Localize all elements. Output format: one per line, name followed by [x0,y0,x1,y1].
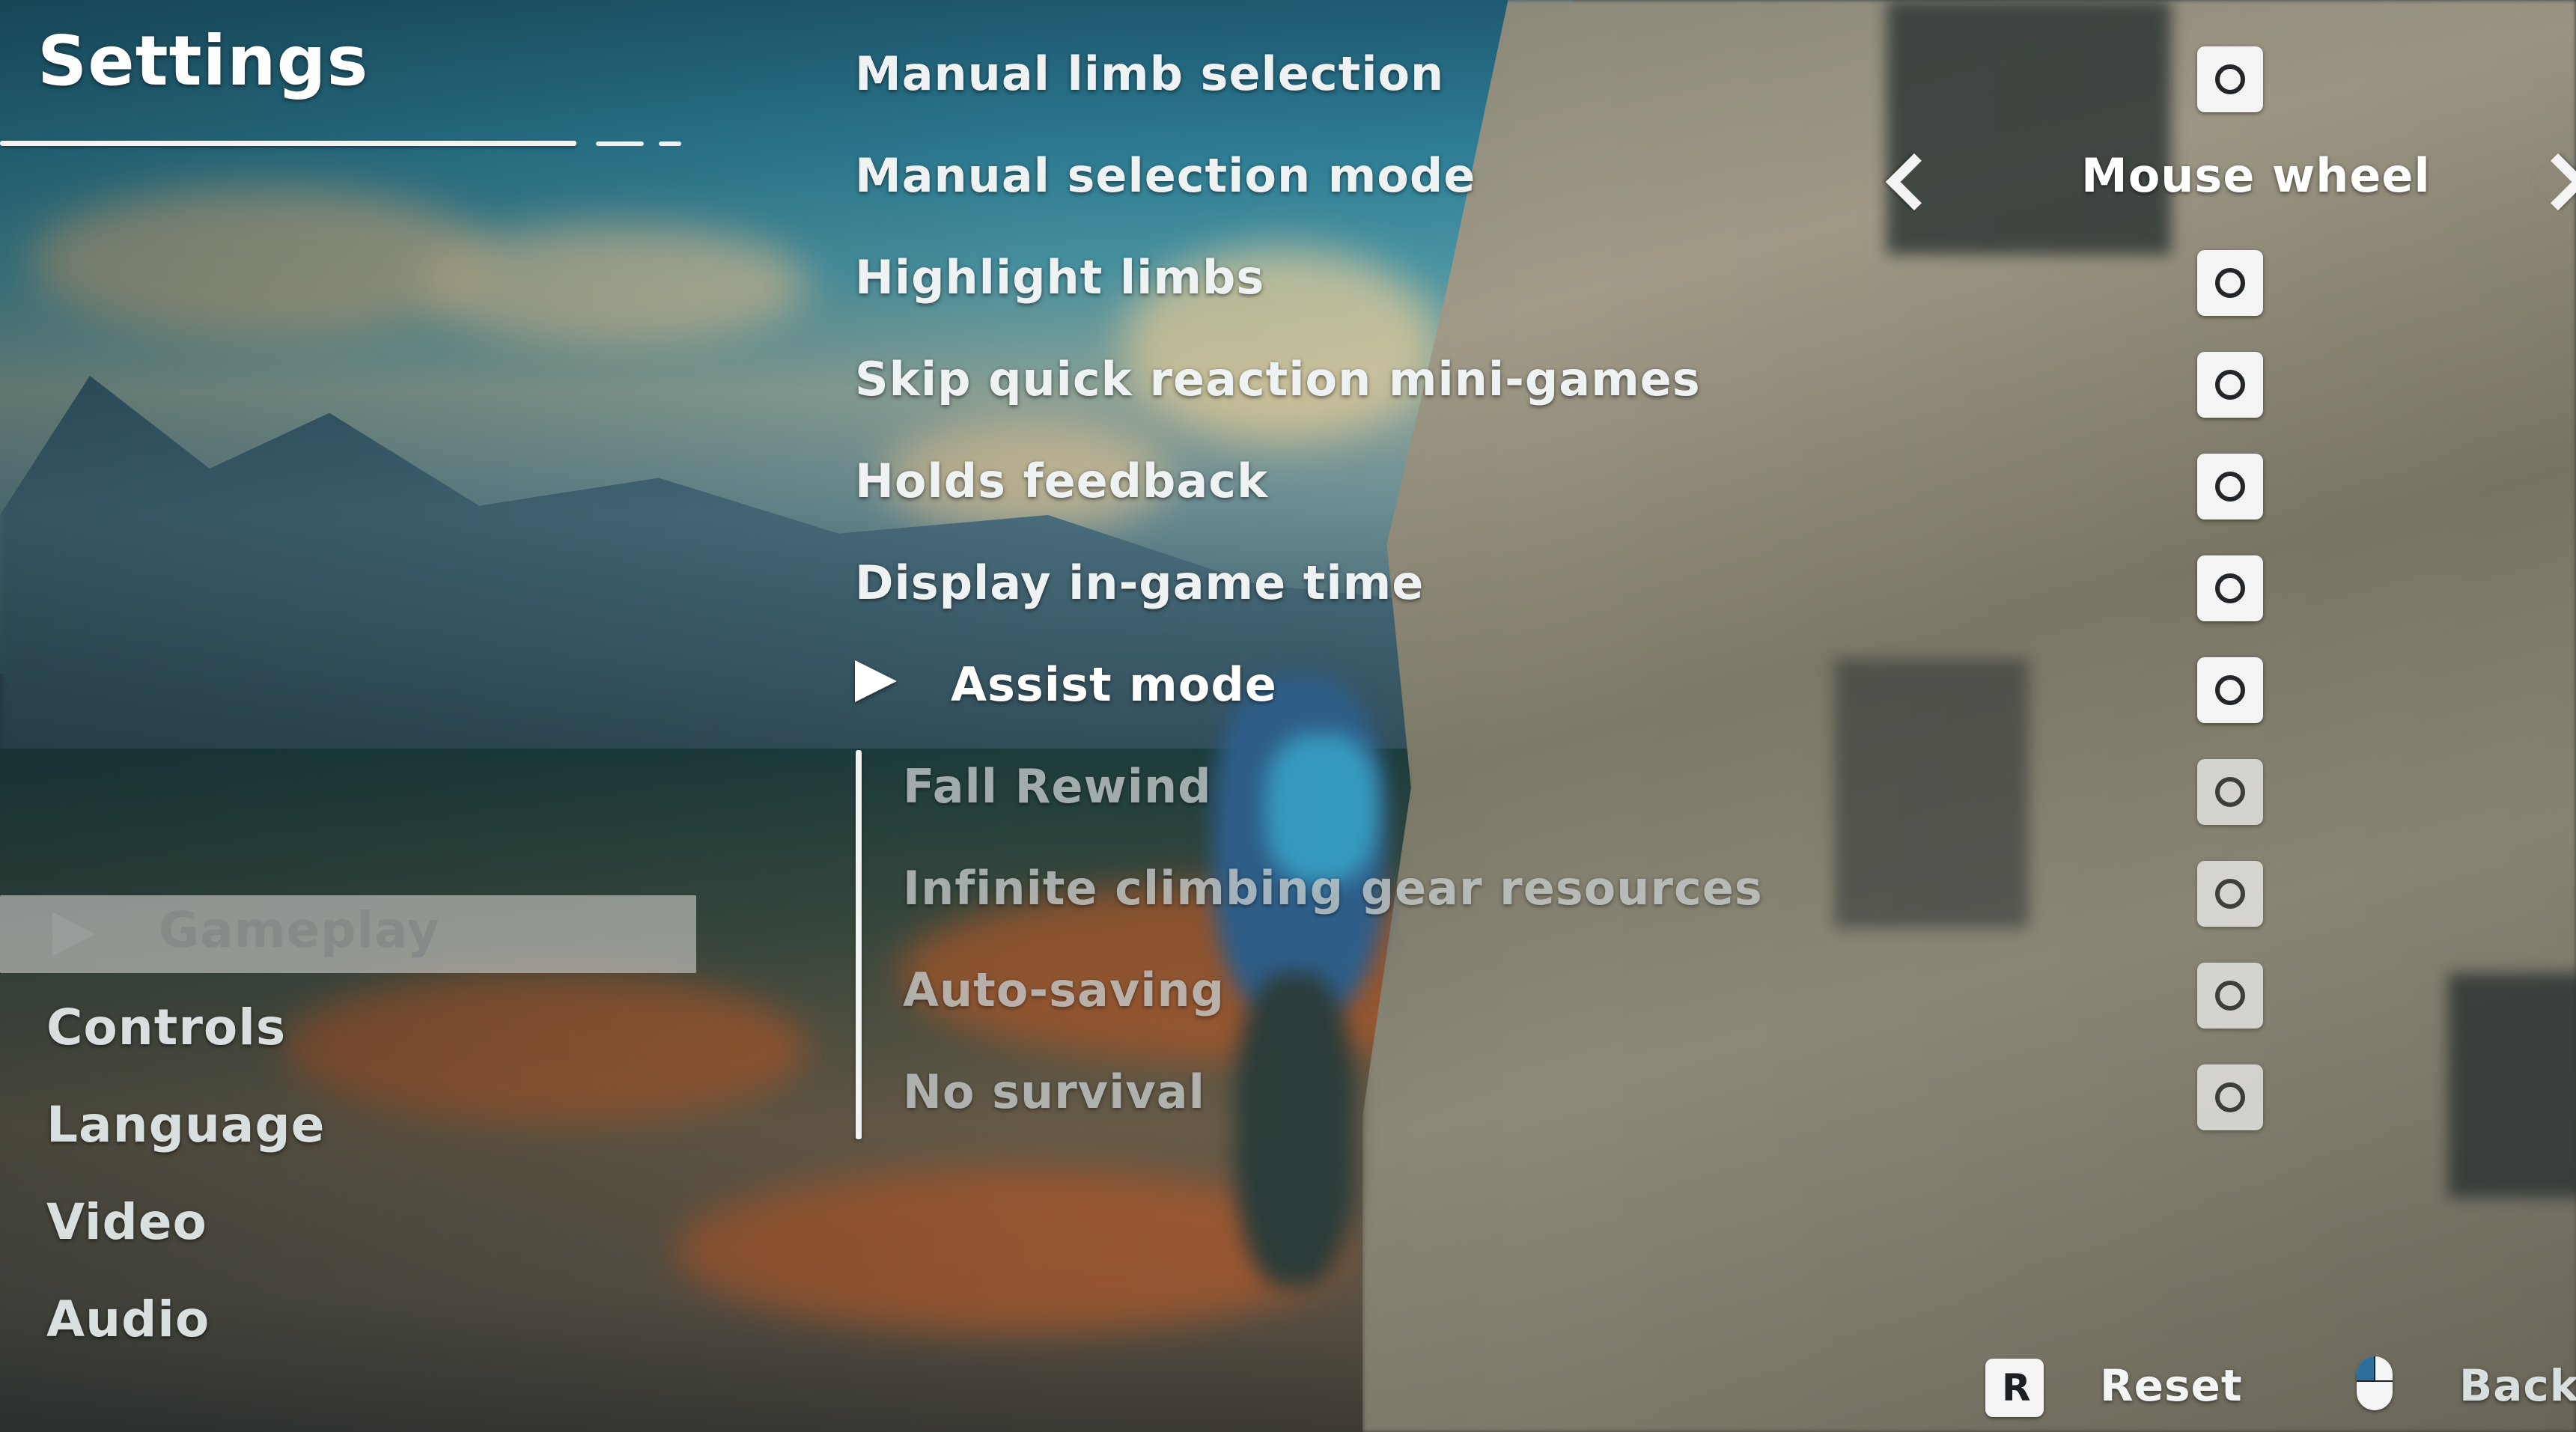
setting-label: Holds feedback [855,454,1269,508]
mouse-left-click-icon[interactable] [2357,1356,2393,1410]
mouse-button-divider [2374,1356,2375,1382]
reset-key-icon[interactable]: R [1985,1359,2044,1417]
infinite-climbing-gear-toggle[interactable] [2197,861,2263,927]
holds-feedback-toggle[interactable] [2197,454,2263,520]
play-arrow-icon [52,912,94,957]
setting-skip-quick-reaction[interactable]: Skip quick reaction mini-games [846,335,2576,418]
manual-limb-selection-toggle[interactable] [2197,46,2263,112]
setting-label: No survival [903,1064,1205,1119]
category-language[interactable]: Language [0,1090,696,1168]
highlight-limbs-toggle[interactable] [2197,250,2263,316]
setting-fall-rewind[interactable]: Fall Rewind [846,743,2576,825]
category-label: Controls [46,999,287,1056]
setting-label: Infinite climbing gear resources [903,861,1763,915]
page-title: Settings [37,21,369,101]
category-video[interactable]: Video [0,1187,696,1265]
skip-quick-reaction-toggle[interactable] [2197,352,2263,418]
mouse-body-divider [2357,1380,2393,1382]
category-controls[interactable]: Controls [0,993,696,1070]
setting-label: Skip quick reaction mini-games [855,352,1701,406]
category-audio[interactable]: Audio [0,1285,696,1362]
setting-highlight-limbs[interactable]: Highlight limbs [846,234,2576,316]
assist-mode-toggle[interactable] [2197,657,2263,723]
setting-assist-mode[interactable]: Assist mode [846,641,2576,723]
setting-label: Fall Rewind [903,759,1212,814]
category-label: Video [46,1193,207,1251]
category-label: Gameplay [159,901,440,959]
setting-label: Assist mode [951,657,1277,712]
setting-auto-saving[interactable]: Auto-saving [846,946,2576,1029]
setting-holds-feedback[interactable]: Holds feedback [846,437,2576,520]
setting-no-survival[interactable]: No survival [846,1048,2576,1130]
setting-label: Auto-saving [903,963,1225,1017]
title-underline-dash [659,141,681,146]
chevron-right-icon[interactable] [2529,153,2576,211]
reset-button[interactable]: Reset [2100,1360,2243,1411]
auto-saving-toggle[interactable] [2197,963,2263,1029]
setting-manual-limb-selection[interactable]: Manual limb selection [846,30,2576,112]
setting-display-in-game-time[interactable]: Display in-game time [846,539,2576,621]
setting-label: Manual limb selection [855,46,1445,101]
category-gameplay[interactable]: Gameplay [0,895,696,973]
chevron-left-icon[interactable] [1885,153,1943,211]
display-in-game-time-toggle[interactable] [2197,555,2263,621]
no-survival-toggle[interactable] [2197,1064,2263,1130]
setting-label: Display in-game time [855,555,1425,610]
fall-rewind-toggle[interactable] [2197,759,2263,825]
setting-infinite-climbing-gear[interactable]: Infinite climbing gear resources [846,844,2576,927]
setting-manual-selection-mode[interactable]: Manual selection mode Mouse wheel [846,132,2576,214]
reset-key-letter: R [2002,1366,2031,1410]
selection-arrow-icon [855,660,897,702]
back-button[interactable]: Back [2459,1360,2576,1411]
setting-label: Manual selection mode [855,148,1476,203]
selection-mode-value: Mouse wheel [2081,148,2431,203]
title-underline [0,141,576,146]
title-underline-dash [596,141,644,146]
category-label: Audio [46,1291,210,1348]
setting-label: Highlight limbs [855,250,1265,305]
category-label: Language [46,1096,326,1154]
